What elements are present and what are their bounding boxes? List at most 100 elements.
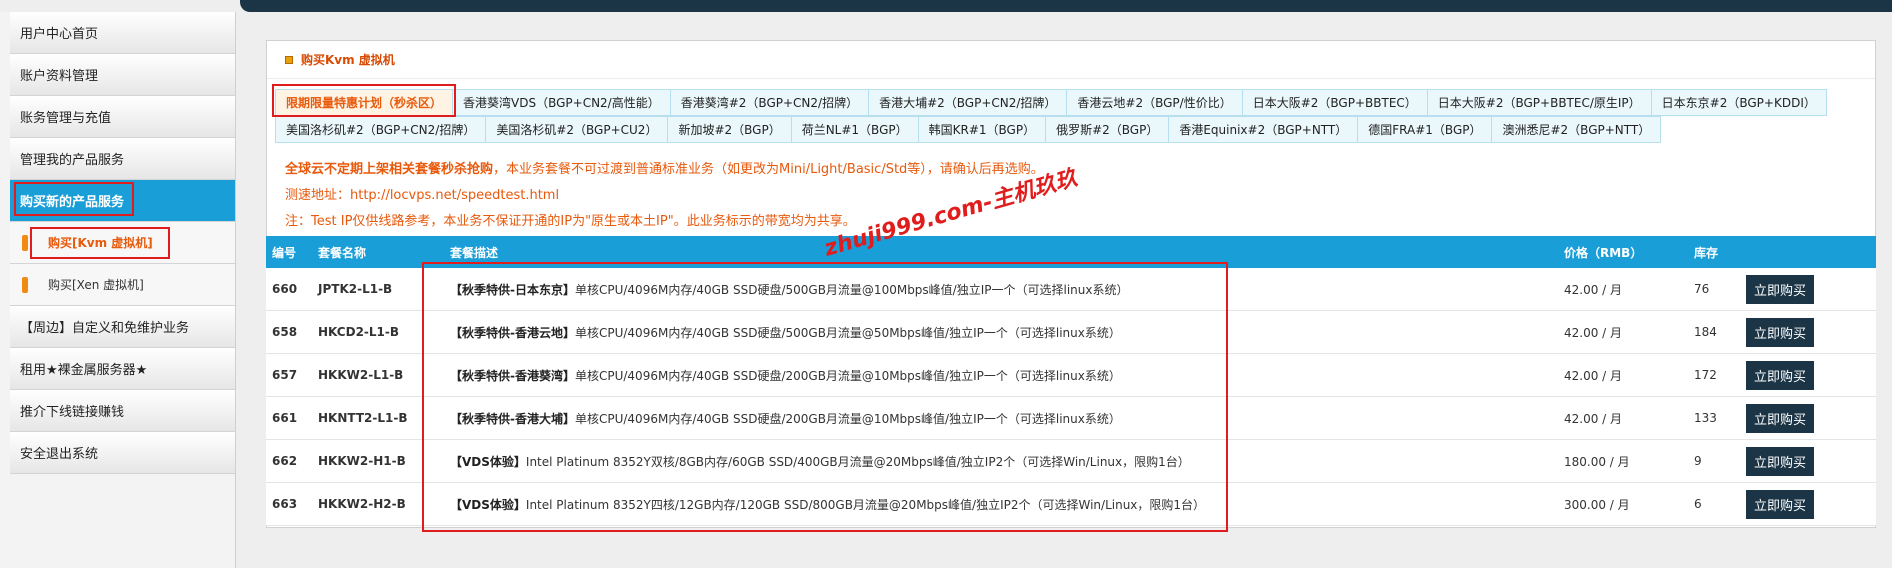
highlight-box (272, 84, 457, 117)
cell-desc-tag: 【秋季特供-香港葵湾】 (450, 368, 575, 383)
header-id: 编号 (272, 245, 297, 260)
highlight-box (14, 182, 134, 216)
cell-stock: 133 (1694, 411, 1717, 425)
tab-germany[interactable]: 德国FRA#1（BGP） (1357, 116, 1493, 143)
cell-name: HKCD2-L1-B (318, 325, 400, 339)
cell-price: 42.00 / 月 (1564, 368, 1623, 383)
cell-name: HKNTT2-L1-B (318, 411, 408, 425)
cell-action: 立即购买 (1746, 274, 1866, 304)
header-price: 价格（RMB） (1564, 245, 1643, 260)
tab-netherlands[interactable]: 荷兰NL#1（BGP） (790, 116, 919, 143)
cell-stock: 172 (1694, 368, 1717, 382)
sidebar-subitem-buy-kvm[interactable]: 购买[Kvm 虚拟机] (10, 222, 235, 264)
cell-id: 657 (272, 368, 298, 382)
cell-desc-tag: 【VDS体验】 (450, 454, 526, 469)
header-desc: 套餐描述 (450, 245, 499, 260)
cell-desc: 【秋季特供-香港大埔】单核CPU/4096M内存/40GB SSD硬盘/200G… (444, 410, 1564, 427)
tab-us-la-cu2[interactable]: 美国洛杉矶#2（BGP+CU2） (485, 116, 669, 143)
cell-desc: 【秋季特供-日本东京】单核CPU/4096M内存/40GB SSD硬盘/500G… (444, 281, 1564, 298)
cell-desc: 【VDS体验】Intel Platinum 8352Y双核/8GB内存/60GB… (444, 453, 1564, 470)
tab-hk-kwai-vds[interactable]: 香港葵湾VDS（BGP+CN2/高性能） (452, 89, 671, 116)
square-icon (285, 55, 293, 64)
table-row: 660 JPTK2-L1-B 【秋季特供-日本东京】单核CPU/4096M内存/40… (266, 268, 1876, 311)
cell-price: 42.00 / 月 (1564, 411, 1623, 426)
sidebar-item-buy-new[interactable]: 购买新的产品服务 (10, 180, 235, 222)
tab-hk-kwai-2[interactable]: 香港葵湾#2（BGP+CN2/招牌） (669, 89, 870, 116)
cell-action: 立即购买 (1746, 489, 1866, 519)
cell-desc: 【VDS体验】Intel Platinum 8352Y四核/12GB内存/120… (444, 496, 1564, 513)
cell-action: 立即购买 (1746, 446, 1866, 476)
tab-hk-equinix[interactable]: 香港Equinix#2（BGP+NTT） (1168, 116, 1359, 143)
cell-desc-tag: 【秋季特供-香港大埔】 (450, 411, 575, 426)
table-row: 658 HKCD2-L1-B 【秋季特供-香港云地】单核CPU/4096M内存/40… (266, 311, 1876, 354)
cell-desc-text: Intel Platinum 8352Y四核/12GB内存/120GB SSD/… (525, 497, 1206, 512)
highlight-box (30, 227, 170, 259)
cell-stock: 6 (1694, 497, 1702, 511)
header-name: 套餐名称 (318, 245, 367, 260)
bullet-icon (22, 276, 28, 293)
buy-now-button[interactable]: 立即购买 (1746, 317, 1815, 347)
sidebar-item-custom[interactable]: 【周边】自定义和免维护业务 (10, 306, 235, 348)
tab-korea[interactable]: 韩国KR#1（BGP） (917, 116, 1047, 143)
cell-action: 立即购买 (1746, 403, 1866, 433)
buy-now-button[interactable]: 立即购买 (1746, 403, 1815, 433)
cell-id: 663 (272, 497, 298, 511)
sidebar-item-home[interactable]: 用户中心首页 (10, 12, 235, 54)
sidebar-item-billing[interactable]: 账务管理与充值 (10, 96, 235, 138)
buy-now-button[interactable]: 立即购买 (1746, 446, 1815, 476)
cell-desc: 【秋季特供-香港葵湾】单核CPU/4096M内存/40GB SSD硬盘/200G… (444, 367, 1564, 384)
cell-desc-tag: 【秋季特供-日本东京】 (450, 282, 575, 297)
sidebar-item-bare-metal[interactable]: 租用★裸金属服务器★ (10, 348, 235, 390)
tab-hk-cloud-2[interactable]: 香港云地#2（BGP/性价比） (1066, 89, 1243, 116)
cell-name: JPTK2-L1-B (318, 282, 393, 296)
tab-jp-osaka-2[interactable]: 日本大阪#2（BGP+BBTEC） (1241, 89, 1428, 116)
cell-id: 660 (272, 282, 298, 296)
cell-action: 立即购买 (1746, 360, 1866, 390)
tab-singapore[interactable]: 新加坡#2（BGP） (667, 116, 792, 143)
cell-id: 661 (272, 411, 298, 425)
table-row: 657 HKKW2-L1-B 【秋季特供-香港葵湾】单核CPU/4096M内存/40… (266, 354, 1876, 397)
cell-desc: 【秋季特供-香港云地】单核CPU/4096M内存/40GB SSD硬盘/500G… (444, 324, 1564, 341)
tab-russia[interactable]: 俄罗斯#2（BGP） (1045, 116, 1170, 143)
panel-title: 购买Kvm 虚拟机 (267, 41, 1875, 79)
cell-price: 300.00 / 月 (1564, 497, 1630, 512)
cell-action: 立即购买 (1746, 317, 1866, 347)
table-row: 662 HKKW2-H1-B 【VDS体验】Intel Platinum 8352Y… (266, 440, 1876, 483)
tab-jp-tokyo-2[interactable]: 日本东京#2（BGP+KDDI） (1650, 89, 1827, 116)
tab-flash-sale[interactable]: 限期限量特惠计划（秒杀区） (272, 84, 457, 117)
cell-price: 180.00 / 月 (1564, 454, 1630, 469)
notice-line-1: 全球云不定期上架相关套餐秒杀抢购，本业务套餐不可过渡到普通标准业务（如更改为Mi… (285, 162, 1044, 177)
top-header-bar (240, 0, 1892, 12)
cell-desc-text: 单核CPU/4096M内存/40GB SSD硬盘/500GB月流量@100Mbp… (574, 282, 1129, 297)
sidebar-item-logout[interactable]: 安全退出系统 (10, 432, 235, 474)
product-table: 编号 套餐名称 套餐描述 价格（RMB） 库存 660 JPTK2-L1-B 【秋季… (266, 236, 1876, 526)
tab-hk-taipo-2[interactable]: 香港大埔#2（BGP+CN2/招牌） (868, 89, 1068, 116)
sidebar-subitem-buy-xen[interactable]: 购买[Xen 虚拟机] (10, 264, 235, 306)
table-row: 663 HKKW2-H2-B 【VDS体验】Intel Platinum 8352Y… (266, 483, 1876, 526)
sidebar-item-affiliate[interactable]: 推介下线链接赚钱 (10, 390, 235, 432)
cell-desc-text: Intel Platinum 8352Y双核/8GB内存/60GB SSD/40… (525, 454, 1190, 469)
cell-desc-tag: 【秋季特供-香港云地】 (450, 325, 575, 340)
buy-now-button[interactable]: 立即购买 (1746, 489, 1815, 519)
sidebar-item-account[interactable]: 账户资料管理 (10, 54, 235, 96)
tab-us-la-cn2[interactable]: 美国洛杉矶#2（BGP+CN2/招牌） (275, 116, 487, 143)
buy-now-button[interactable]: 立即购买 (1746, 360, 1815, 390)
cell-stock: 76 (1694, 282, 1710, 296)
sidebar-item-my-services[interactable]: 管理我的产品服务 (10, 138, 235, 180)
cell-price: 42.00 / 月 (1564, 325, 1623, 340)
tab-australia[interactable]: 澳洲悉尼#2（BGP+NTT） (1491, 116, 1662, 143)
table-row: 661 HKNTT2-L1-B 【秋季特供-香港大埔】单核CPU/4096M内存/4… (266, 397, 1876, 440)
table-header: 编号 套餐名称 套餐描述 价格（RMB） 库存 (266, 236, 1876, 268)
cell-desc-text: 单核CPU/4096M内存/40GB SSD硬盘/500GB月流量@50Mbps… (574, 325, 1121, 340)
cell-desc-text: 单核CPU/4096M内存/40GB SSD硬盘/200GB月流量@10Mbps… (574, 411, 1121, 426)
header-stock: 库存 (1694, 245, 1719, 260)
cell-stock: 9 (1694, 454, 1702, 468)
cell-name: HKKW2-L1-B (318, 368, 404, 382)
buy-now-button[interactable]: 立即购买 (1746, 274, 1815, 304)
cell-id: 658 (272, 325, 298, 339)
tab-jp-osaka-native[interactable]: 日本大阪#2（BGP+BBTEC/原生IP） (1426, 89, 1652, 116)
bullet-icon (22, 234, 28, 251)
sidebar: 用户中心首页 账户资料管理 账务管理与充值 管理我的产品服务 购买新的产品服务 … (0, 12, 236, 568)
region-tabs: 限期限量特惠计划（秒杀区） 香港葵湾VDS（BGP+CN2/高性能） 香港葵湾#… (272, 84, 1875, 143)
cell-id: 662 (272, 454, 298, 468)
